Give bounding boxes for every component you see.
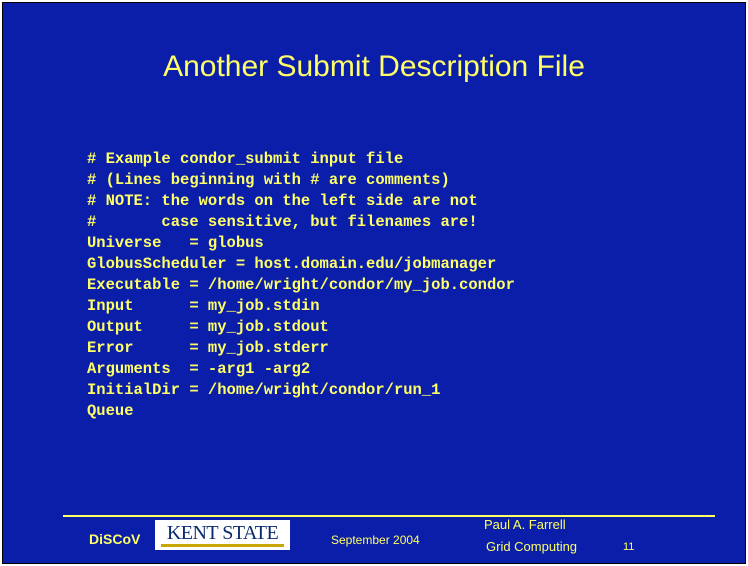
code-line: Input = my_job.stdin [87, 297, 320, 315]
footer-author: Paul A. Farrell [484, 517, 566, 532]
kent-state-logo: KENT STATE [155, 520, 290, 550]
code-line: # NOTE: the words on the left side are n… [87, 192, 478, 210]
slide-title: Another Submit Description File [163, 50, 585, 83]
footer-date: September 2004 [331, 533, 420, 547]
logo-text: KENT STATE [166, 522, 279, 544]
code-block: # Example condor_submit input file # (Li… [87, 149, 515, 422]
code-line: # Example condor_submit input file [87, 150, 404, 168]
code-line: GlobusScheduler = host.domain.edu/jobman… [87, 255, 497, 273]
code-line: Arguments = -arg1 -arg2 [87, 360, 311, 378]
code-line: Error = my_job.stderr [87, 339, 329, 357]
code-line: Queue [87, 402, 134, 420]
code-line: # case sensitive, but filenames are! [87, 213, 478, 231]
footer-divider [63, 515, 715, 517]
code-line: Output = my_job.stdout [87, 318, 329, 336]
code-line: Executable = /home/wright/condor/my_job.… [87, 276, 515, 294]
logo-stripe [161, 544, 284, 547]
page-number: 11 [623, 541, 635, 553]
code-line: # (Lines beginning with # are comments) [87, 171, 450, 189]
org-label: DiSCoV [89, 531, 141, 547]
slide: Another Submit Description File # Exampl… [2, 2, 746, 564]
footer-course: Grid Computing [486, 539, 578, 554]
code-line: InitialDir = /home/wright/condor/run_1 [87, 381, 441, 399]
code-line: Universe = globus [87, 234, 264, 252]
